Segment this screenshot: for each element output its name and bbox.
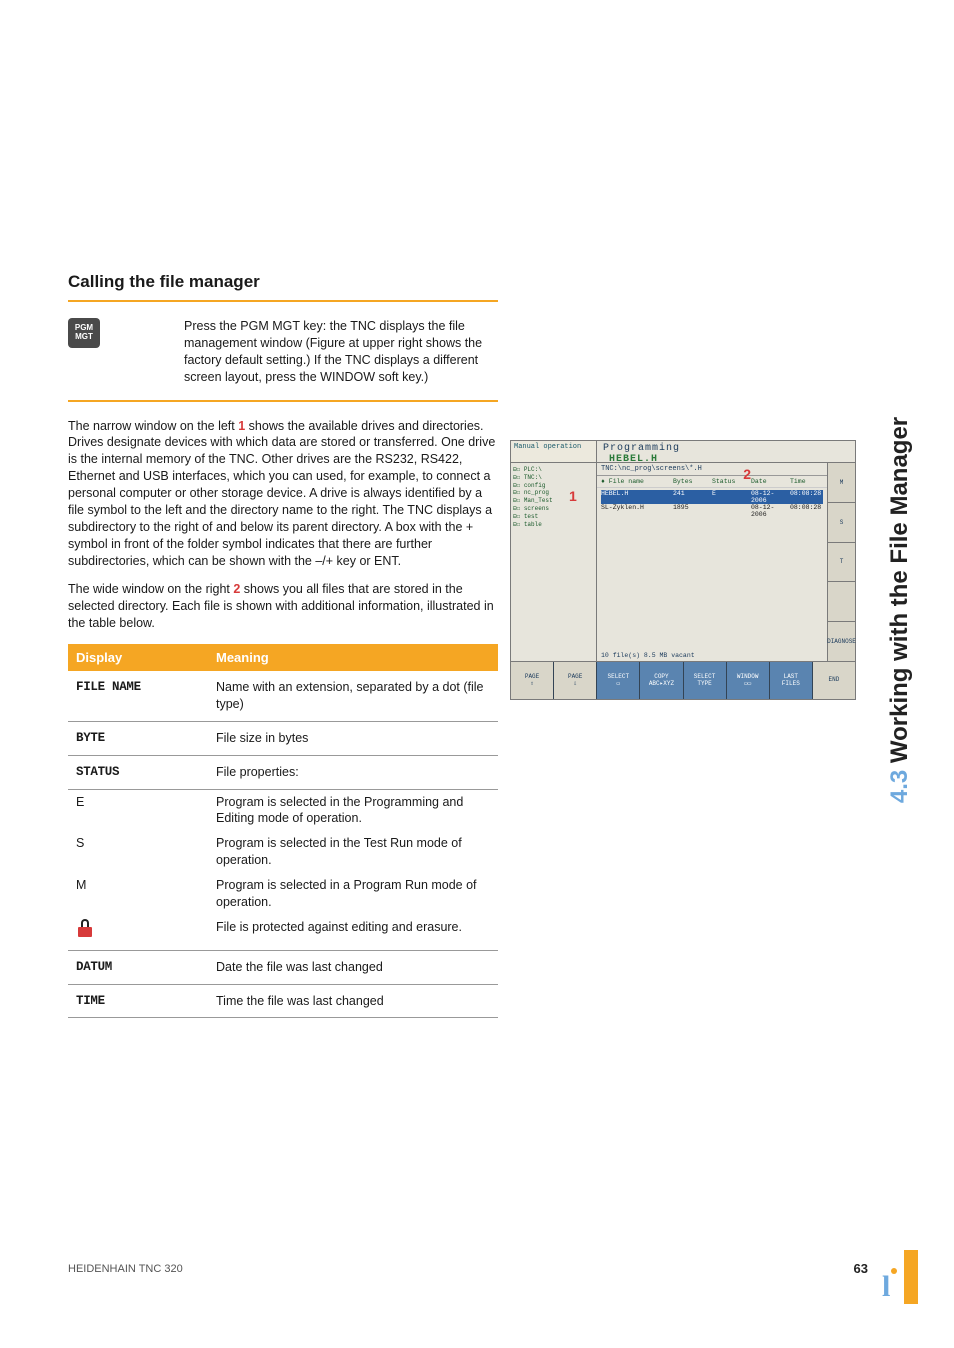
ss-callout-2: 2 — [743, 466, 751, 482]
ss-col-header: Bytes — [673, 478, 706, 485]
ss-col-header: Time — [790, 478, 823, 485]
ss-path: TNC:\nc_prog\screens\*.H — [597, 463, 827, 476]
ss-right-slot: S — [828, 503, 855, 543]
file-info-table: Display Meaning FILE NAMEName with an ex… — [68, 644, 498, 1018]
ss-right-slot: T — [828, 543, 855, 583]
ss-softkey[interactable]: SELECTTYPE — [684, 662, 727, 699]
heading-rule — [68, 300, 498, 302]
table-row: File is protected against editing and er… — [68, 915, 498, 950]
ss-directory-tree: 1 ⊟☐ PLC:\⊟☐ TNC:\ ⊟☐ config ⊟☐ nc_prog … — [511, 463, 597, 661]
key-description-text: Press the PGM MGT key: the TNC displays … — [114, 318, 498, 386]
table-row: STATUSFile properties: — [68, 755, 498, 789]
ss-col-header: Status — [712, 478, 745, 485]
ss-tree-item: ⊟☐ nc_prog — [513, 489, 594, 497]
ss-file-pane: 2 TNC:\nc_prog\screens\*.H ♦ File name By… — [597, 463, 827, 661]
key-description-row: PGM MGT Press the PGM MGT key: the TNC d… — [68, 318, 498, 386]
table-head-display: Display — [68, 644, 208, 671]
ss-file-row: HEBEL.H241E08-12-200608:08:28 — [601, 490, 823, 504]
key-icon-line2: MGT — [73, 333, 95, 342]
info-corner-icon: l — [878, 1250, 918, 1304]
ss-softkey[interactable]: COPYABC▸XYZ — [640, 662, 683, 699]
ss-softkey[interactable]: END — [813, 662, 855, 699]
ss-mode-label: Manual operation — [511, 441, 597, 463]
ss-status-line: 10 file(s) 8.5 MB vacant — [601, 652, 695, 659]
paragraph-1: The narrow window on the left 1 shows th… — [68, 418, 498, 570]
side-section-header: 4.3 Working with the File Manager — [884, 270, 916, 950]
paragraph-2: The wide window on the right 2 shows you… — [68, 581, 498, 632]
file-manager-screenshot: Manual operation Programming HEBEL.H 1 ⊟… — [510, 440, 856, 700]
ss-column-headers: ♦ File name Bytes Status Date Time — [597, 476, 827, 488]
ss-tree-item: ⊟☐ config — [513, 482, 594, 490]
ss-tree-item: ⊟☐ screens — [513, 505, 594, 513]
footer-product: HEIDENHAIN TNC 320 — [68, 1263, 183, 1275]
table-head-meaning: Meaning — [208, 644, 498, 671]
table-row: DATUMDate the file was last changed — [68, 950, 498, 984]
ss-file-row: SL-Zyklen.H189508-12-200608:08:28 — [601, 504, 823, 518]
page-footer: HEIDENHAIN TNC 320 63 — [68, 1261, 868, 1276]
section-heading: Calling the file manager — [68, 272, 498, 292]
table-row: EProgram is selected in the Programming … — [68, 789, 498, 831]
table-row: TIMETime the file was last changed — [68, 984, 498, 1018]
ss-right-slot: DIAGNOSE — [828, 622, 855, 661]
side-section-title: Working with the File Manager — [886, 417, 913, 763]
ss-file-rows: HEBEL.H241E08-12-200608:08:28SL-Zyklen.H… — [597, 488, 827, 520]
ss-tree-item: ⊟☐ PLC:\ — [513, 466, 594, 474]
ss-softkey-row: PAGE⇧PAGE⇩SELECT▭COPYABC▸XYZSELECTTYPEWI… — [511, 661, 855, 699]
ss-col-header: ♦ File name — [601, 478, 667, 485]
ss-softkey[interactable]: LASTFILES — [770, 662, 813, 699]
ss-right-slot: M — [828, 463, 855, 503]
table-row: SProgram is selected in the Test Run mod… — [68, 831, 498, 873]
side-section-number: 4.3 — [886, 770, 913, 803]
table-row: FILE NAMEName with an extension, separat… — [68, 671, 498, 721]
ss-right-slot — [828, 582, 855, 622]
ss-col-header: Date — [751, 478, 784, 485]
ss-right-column: MST DIAGNOSE — [827, 463, 855, 661]
ss-softkey[interactable]: WINDOW▭▭ — [727, 662, 770, 699]
ss-tree-item: ⊟☐ Man_Test — [513, 497, 594, 505]
main-content: Calling the file manager PGM MGT Press t… — [68, 272, 498, 1018]
ss-softkey[interactable]: PAGE⇩ — [554, 662, 597, 699]
footer-page-number: 63 — [854, 1261, 868, 1276]
ss-callout-1: 1 — [569, 487, 577, 505]
ss-softkey[interactable]: SELECT▭ — [597, 662, 640, 699]
ss-title: Programming HEBEL.H — [597, 441, 855, 463]
pgm-mgt-key-icon: PGM MGT — [68, 318, 100, 348]
section-rule — [68, 400, 498, 402]
ss-tree-item: ⊟☐ test — [513, 513, 594, 521]
lock-icon — [76, 919, 94, 937]
ss-softkey[interactable]: PAGE⇧ — [511, 662, 554, 699]
table-row: MProgram is selected in a Program Run mo… — [68, 873, 498, 915]
ss-tree-item: ⊟☐ table — [513, 521, 594, 529]
ss-tree-item: ⊟☐ TNC:\ — [513, 474, 594, 482]
table-row: BYTEFile size in bytes — [68, 721, 498, 755]
